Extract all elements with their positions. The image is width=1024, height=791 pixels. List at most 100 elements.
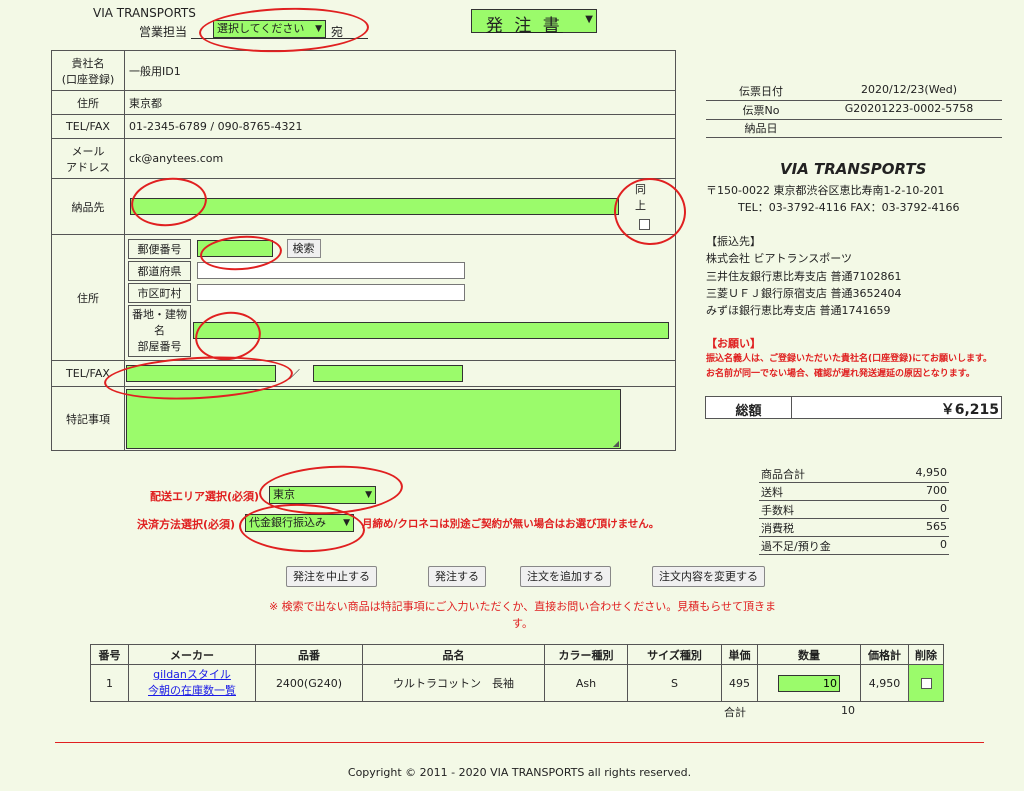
company-name-value: 一般用ID1 xyxy=(124,50,676,91)
prefecture-cell xyxy=(193,261,673,281)
delete-checkbox[interactable] xyxy=(920,678,932,689)
add-order-button[interactable]: 注文を追加する xyxy=(520,566,611,587)
chevron-down-icon: ▼ xyxy=(343,518,350,528)
item-name: ウルトラコットン 長袖 xyxy=(362,664,545,702)
prefecture-input[interactable] xyxy=(197,262,465,279)
payment-select[interactable]: 代金銀行振込み ▼ xyxy=(245,514,354,532)
quantity-input[interactable] xyxy=(778,674,840,692)
notice-text: ※ 検索で出ない商品は特記事項にご入力いただくか、直接お問い合わせください。見積… xyxy=(268,600,777,630)
sales-label: 営業担当 xyxy=(139,25,188,39)
summary-label: 消費税 xyxy=(761,522,794,535)
delivery-name-input[interactable] xyxy=(130,198,619,215)
delivery-label: 納品先 xyxy=(51,178,125,235)
resize-handle-icon[interactable]: ◢ xyxy=(613,439,619,448)
summary-value: 0 xyxy=(940,502,947,515)
item-qty-cell xyxy=(757,664,861,702)
item-price: 495 xyxy=(721,664,758,702)
area-select[interactable]: 東京 ▼ xyxy=(269,486,376,504)
summary-label: 商品合計 xyxy=(761,468,805,481)
request-line: お名前が同一でない場合、確認が遅れ発送遅延の原因となります。 xyxy=(706,369,975,379)
notes-label: 特記事項 xyxy=(51,386,125,451)
sales-rep-select[interactable]: 選択してください ▼ xyxy=(213,20,326,38)
col-header: 品名 xyxy=(362,644,545,665)
header-company: VIA TRANSPORTS xyxy=(93,6,196,20)
address-value: 東京都 xyxy=(124,90,676,115)
request-line: 振込名義人は、ご登録いただいた貴社名(口座登録)にてお願いします。 xyxy=(706,354,993,364)
slip-date-value: 2020/12/23(Wed) xyxy=(861,83,957,96)
postal-code-cell: 検索 xyxy=(193,239,673,259)
city-label: 市区町村 xyxy=(128,282,191,303)
delivery-telfax-cell: ／ xyxy=(124,360,676,387)
maker-link[interactable]: gildanスタイル xyxy=(153,668,231,681)
col-header: 削除 xyxy=(908,644,944,665)
telfax-separator: ／ xyxy=(289,367,300,381)
doc-type-select[interactable]: 発 注 書 ▼ xyxy=(471,9,597,36)
summary-row: 過不足/預り金 0 xyxy=(759,536,949,555)
items-total-qty: 10 xyxy=(841,704,855,717)
payment-label: 決済方法選択(必須) xyxy=(137,518,236,531)
grand-total-value: ￥6,215 xyxy=(940,402,999,418)
delivery-tel-input[interactable] xyxy=(126,365,276,382)
search-button[interactable]: 検索 xyxy=(286,239,321,258)
bank-line: 三菱ＵＦＪ銀行原宿支店 普通3652404 xyxy=(706,287,902,300)
summary-value: 4,950 xyxy=(915,466,948,479)
grand-total-box: 総額 ￥6,215 xyxy=(705,396,1002,419)
telfax-label: TEL/FAX xyxy=(51,114,125,139)
slip-no-label: 伝票No xyxy=(742,104,780,117)
delivery-address-label: 住所 xyxy=(51,234,125,361)
city-cell xyxy=(193,283,673,303)
delivery-address-cell: 郵便番号 検索 都道府県 市区町村 番地・建物 名 部屋番号 xyxy=(124,234,676,361)
doc-title: 発 注 書 xyxy=(486,16,563,36)
grand-total-divider xyxy=(791,397,792,418)
notes-cell: ◢ xyxy=(124,386,676,451)
items-header-row: 番号 メーカー 品番 品名 カラー種別 サイズ種別 単価 数量 価格計 削除 xyxy=(90,644,944,665)
footer-copyright: Copyright © 2011 - 2020 VIA TRANSPORTS a… xyxy=(347,766,692,779)
email-label: メール アドレス xyxy=(51,138,125,179)
col-header: メーカー xyxy=(128,644,256,665)
slip-date-label: 伝票日付 xyxy=(739,85,783,98)
city-input[interactable] xyxy=(197,284,465,301)
telfax-value: 01-2345-6789 / 090-8765-4321 xyxy=(124,114,676,139)
place-order-button[interactable]: 発注する xyxy=(428,566,486,587)
summary-label: 手数料 xyxy=(761,504,794,517)
summary-value: 700 xyxy=(926,484,947,497)
col-header: 品番 xyxy=(255,644,363,665)
same-as-above-label: 同 上 xyxy=(635,183,646,212)
chevron-down-icon: ▼ xyxy=(315,24,322,34)
summary-label: 送料 xyxy=(761,486,783,499)
payment-select-value: 代金銀行振込み xyxy=(249,516,326,529)
items-total-label: 合計 xyxy=(724,706,746,719)
summary-row: 商品合計 4,950 xyxy=(759,464,949,483)
change-order-button[interactable]: 注文内容を変更する xyxy=(652,566,765,587)
col-header: 価格計 xyxy=(860,644,909,665)
item-size: S xyxy=(627,664,722,702)
slip-date-row: 伝票日付 2020/12/23(Wed) xyxy=(706,80,1002,101)
company-name: VIA TRANSPORTS xyxy=(780,160,927,178)
stock-list-link[interactable]: 今朝の在庫数一覧 xyxy=(148,684,236,697)
delivery-fax-input[interactable] xyxy=(313,365,463,382)
delivery-address-table: 郵便番号 検索 都道府県 市区町村 番地・建物 名 部屋番号 xyxy=(126,237,675,359)
street-label: 番地・建物 名 部屋番号 xyxy=(128,304,191,357)
item-no: 1 xyxy=(90,664,129,702)
notes-textarea[interactable]: ◢ xyxy=(126,388,621,449)
summary-row: 消費税 565 xyxy=(759,518,949,537)
delivery-cell: 同 上 xyxy=(124,178,676,235)
header-underline xyxy=(191,38,368,39)
cancel-order-button[interactable]: 発注を中止する xyxy=(286,566,377,587)
footer-divider xyxy=(55,742,984,743)
address-label: 住所 xyxy=(51,90,125,115)
table-row: 1 gildanスタイル 今朝の在庫数一覧 2400(G240) ウルトラコット… xyxy=(90,664,944,702)
company-contact: TEL：03-3792-4116 FAX：03-3792-4166 xyxy=(738,201,960,214)
bank-line: 株式会社 ビアトランスポーツ xyxy=(706,252,853,265)
postal-code-input[interactable] xyxy=(197,240,273,257)
prefecture-label: 都道府県 xyxy=(128,260,191,281)
summary-label: 過不足/預り金 xyxy=(761,540,831,553)
chevron-down-icon: ▼ xyxy=(365,490,372,500)
item-subtotal: 4,950 xyxy=(860,664,909,702)
col-header: 数量 xyxy=(757,644,861,665)
delivery-telfax-label: TEL/FAX xyxy=(51,360,125,387)
street-input[interactable] xyxy=(193,322,669,339)
slip-no-value: G20201223-0002-5758 xyxy=(844,102,974,115)
same-as-above-checkbox[interactable] xyxy=(639,219,650,230)
item-color: Ash xyxy=(544,664,628,702)
